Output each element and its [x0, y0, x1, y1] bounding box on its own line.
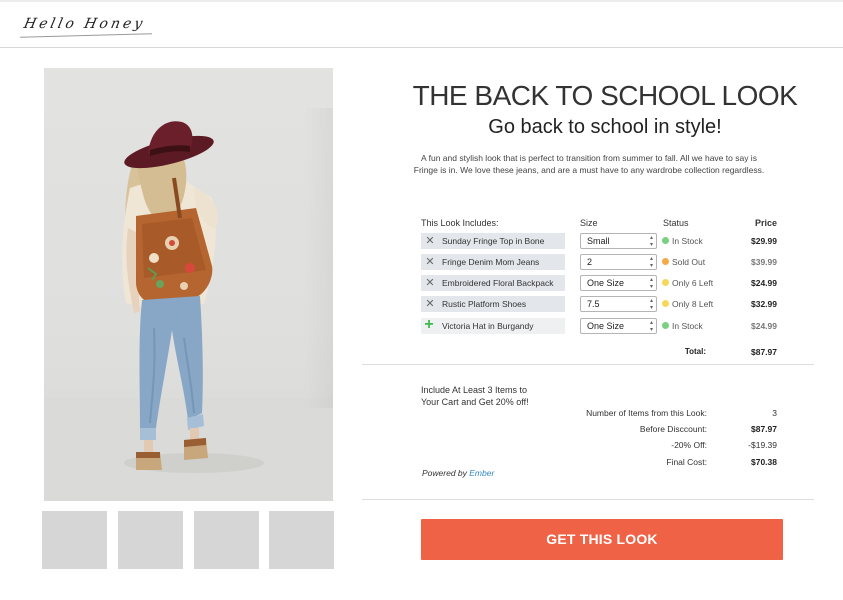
size-value: One Size	[587, 278, 625, 288]
item-name: Embroidered Floral Backpack	[442, 278, 554, 288]
status-dot	[662, 237, 669, 244]
remove-icon[interactable]: ✕	[425, 254, 435, 270]
item-price: $24.99	[751, 321, 777, 331]
size-select[interactable]: Small ▴ ▾	[580, 233, 657, 249]
look-item-row: ✕ Rustic Platform Shoes	[421, 296, 565, 312]
thumbnail-2[interactable]	[118, 511, 183, 569]
items-count-value: 3	[772, 408, 777, 418]
size-column-header: Size	[580, 218, 598, 228]
status-dot	[662, 300, 669, 307]
item-status: Only 8 Left	[672, 299, 714, 309]
promo-line-2: Your Cart and Get 20% off!	[421, 397, 529, 407]
status-column-header: Status	[663, 218, 689, 228]
select-caret-icon: ▴ ▾	[649, 256, 653, 269]
item-price: $29.99	[751, 236, 777, 246]
photo-shadow	[304, 108, 333, 408]
look-item-row: + Victoria Hat in Burgandy	[421, 317, 565, 334]
top-bar: Hello Honey	[0, 0, 843, 48]
item-price: $24.99	[751, 278, 777, 288]
items-count-label: Number of Items from this Look:	[586, 408, 707, 418]
size-value: One Size	[587, 321, 625, 331]
select-caret-icon: ▴ ▾	[649, 277, 653, 290]
thumbnail-4[interactable]	[269, 511, 334, 569]
look-subtitle: Go back to school in style!	[488, 116, 722, 138]
look-item-row: ✕ Embroidered Floral Backpack	[421, 275, 565, 291]
remove-icon[interactable]: ✕	[425, 275, 435, 291]
item-name: Victoria Hat in Burgandy	[442, 321, 534, 331]
item-status: Sold Out	[672, 257, 706, 267]
size-value: Small	[587, 236, 610, 246]
look-title: THE BACK TO SCHOOL LOOK	[412, 80, 798, 111]
powered-by-label: Powered by	[422, 468, 467, 478]
discount-label: -20% Off:	[671, 440, 707, 450]
size-select[interactable]: One Size ▴ ▾	[580, 318, 657, 334]
promo-line-1: Include At Least 3 Items to	[421, 385, 528, 395]
item-price: $32.99	[751, 299, 777, 309]
divider	[362, 499, 814, 500]
item-name: Fringe Denim Mom Jeans	[442, 257, 540, 267]
product-main-photo[interactable]	[44, 68, 333, 501]
brand-logo[interactable]: Hello Honey	[22, 16, 147, 32]
size-select[interactable]: One Size ▴ ▾	[580, 275, 657, 291]
size-value: 7.5	[587, 299, 600, 309]
final-cost-value: $70.38	[751, 457, 777, 467]
thumbnail-1[interactable]	[42, 511, 107, 569]
select-caret-icon: ▴ ▾	[649, 298, 653, 311]
ember-link[interactable]: Ember	[469, 468, 494, 478]
look-description: A fun and stylish look that is perfect t…	[413, 153, 765, 175]
item-status: Only 6 Left	[672, 278, 714, 288]
remove-icon[interactable]: ✕	[425, 296, 435, 312]
item-name: Sunday Fringe Top in Bone	[442, 236, 545, 246]
item-name: Rustic Platform Shoes	[442, 299, 527, 309]
divider	[362, 364, 814, 365]
item-status: In Stock	[672, 321, 703, 331]
size-select[interactable]: 2 ▴ ▾	[580, 254, 657, 270]
select-caret-icon: ▴ ▾	[649, 320, 653, 333]
before-discount-value: $87.97	[751, 424, 777, 434]
status-dot	[662, 258, 669, 265]
add-icon[interactable]: +	[423, 317, 435, 333]
total-label: Total:	[684, 347, 706, 356]
size-value: 2	[587, 257, 593, 267]
item-status: In Stock	[672, 236, 703, 246]
total-value: $87.97	[751, 347, 777, 357]
get-this-look-button[interactable]: GET THIS LOOK	[421, 519, 783, 560]
items-column-header: This Look Includes:	[421, 218, 499, 228]
size-select[interactable]: 7.5 ▴ ▾	[580, 296, 657, 312]
status-dot	[662, 279, 669, 286]
look-item-row: ✕ Fringe Denim Mom Jeans	[421, 254, 565, 270]
before-discount-label: Before Disccount:	[639, 424, 707, 434]
status-dot	[662, 322, 669, 329]
remove-icon[interactable]: ✕	[425, 233, 435, 249]
price-column-header: Price	[754, 218, 777, 228]
logo-flourish	[20, 33, 152, 38]
model-illustration	[44, 121, 333, 501]
final-cost-label: Final Cost:	[666, 457, 707, 467]
item-price: $39.99	[751, 257, 777, 267]
discount-value: -$19.39	[748, 440, 777, 450]
powered-by: Powered by Ember	[422, 468, 494, 478]
thumbnail-3[interactable]	[194, 511, 259, 569]
promo-message: Include At Least 3 Items to Your Cart an…	[421, 384, 581, 408]
look-item-row: ✕ Sunday Fringe Top in Bone	[421, 233, 565, 249]
select-caret-icon: ▴ ▾	[649, 235, 653, 248]
